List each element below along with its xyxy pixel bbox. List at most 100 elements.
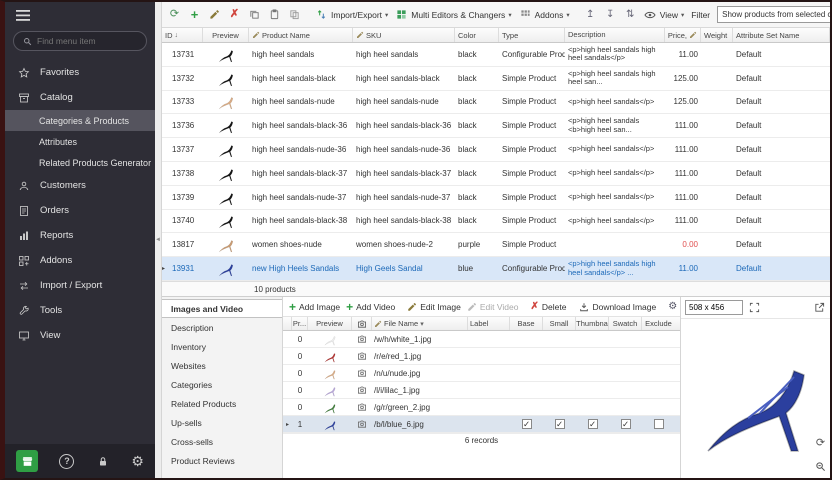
table-row[interactable]: 13732 high heel sandals-black high heel …: [162, 67, 830, 91]
tab-images-and-video[interactable]: Images and Video: [162, 299, 282, 318]
sidebar-item-customers[interactable]: Customers: [5, 173, 155, 198]
settings-gear-icon[interactable]: ⚙: [131, 454, 144, 468]
media-row[interactable]: 0 /n/u/nude.jpg: [283, 365, 680, 382]
sidebar-item-orders[interactable]: Orders: [5, 198, 155, 223]
duplicate-icon[interactable]: [288, 8, 301, 21]
col-swatch[interactable]: Swatch: [609, 317, 642, 330]
image-size-input[interactable]: [685, 300, 743, 315]
media-row[interactable]: 0 /w/h/white_1.jpg: [283, 331, 680, 348]
table-row[interactable]: 13740 high heel sandals-black-38 high he…: [162, 210, 830, 234]
tab-up-sells[interactable]: Up-sells: [162, 413, 282, 432]
table-row[interactable]: 13736 high heel sandals-black-36 high he…: [162, 114, 830, 138]
sidebar-search[interactable]: [13, 31, 147, 51]
tab-websites[interactable]: Websites: [162, 356, 282, 375]
media-row[interactable]: 0 /g/r/green_2.jpg: [283, 399, 680, 416]
col-preview[interactable]: Preview: [203, 28, 249, 42]
table-row[interactable]: 13733 high heel sandals-nude high heel s…: [162, 91, 830, 115]
open-external-icon[interactable]: [813, 301, 826, 314]
import-export-menu[interactable]: Import/Export▾: [315, 8, 388, 21]
col-description[interactable]: Description: [565, 28, 665, 42]
multi-editors-menu[interactable]: Multi Editors & Changers▾: [395, 8, 511, 21]
col-position[interactable]: Pr...: [292, 317, 308, 330]
table-row[interactable]: 13738 high heel sandals-black-37 high he…: [162, 162, 830, 186]
edit-image-button[interactable]: Edit Image: [407, 302, 461, 312]
col-weight[interactable]: Weight: [701, 28, 733, 42]
tab-cross-sells[interactable]: Cross-sells: [162, 432, 282, 451]
add-video-button[interactable]: +Add Video: [346, 301, 395, 313]
view-menu[interactable]: View▾: [644, 8, 685, 21]
media-row[interactable]: 0 /r/e/red_1.jpg: [283, 348, 680, 365]
table-row[interactable]: 13737 high heel sandals-nude-36 high hee…: [162, 138, 830, 162]
sidebar-item-related-products-generator[interactable]: Related Products Generator: [5, 152, 155, 173]
category-filter-select[interactable]: Show products from selected categories ▾: [717, 6, 830, 23]
media-row[interactable]: 0 /l/i/lilac_1.jpg: [283, 382, 680, 399]
checkbox-exclude[interactable]: [654, 419, 664, 429]
col-id[interactable]: ID↓: [162, 28, 203, 42]
set-resize-rule-button[interactable]: ⚙Set Resize Rule: [668, 302, 680, 312]
tab-product-reviews[interactable]: Product Reviews: [162, 451, 282, 470]
sidebar-item-reports[interactable]: Reports: [5, 223, 155, 248]
fullscreen-icon[interactable]: [748, 301, 761, 314]
tab-inventory[interactable]: Inventory: [162, 337, 282, 356]
paste-icon[interactable]: [268, 8, 281, 21]
checkbox-base[interactable]: ✓: [522, 419, 532, 429]
refresh-icon[interactable]: ⟳: [168, 8, 181, 21]
delete-image-button[interactable]: ✗Delete: [530, 302, 566, 312]
zoom-icon[interactable]: [814, 460, 827, 473]
col-attribute-set-name[interactable]: Attribute Set Name: [733, 28, 830, 42]
table-row[interactable]: 13739 high heel sandals-nude-37 high hee…: [162, 186, 830, 210]
edit-product-icon[interactable]: [208, 8, 221, 21]
store-icon[interactable]: [16, 450, 38, 472]
copy-icon[interactable]: [248, 8, 261, 21]
col-base[interactable]: Base: [510, 317, 543, 330]
sidebar-item-catalog[interactable]: Catalog: [5, 85, 155, 110]
addons-menu[interactable]: Addons▾: [519, 8, 570, 21]
delete-product-icon[interactable]: ✗: [228, 8, 241, 21]
tab-categories[interactable]: Categories: [162, 375, 282, 394]
cell-attribute-set: Default: [733, 257, 830, 280]
sidebar-item-categories-products[interactable]: Categories & Products: [5, 110, 155, 131]
image-preview[interactable]: ⟳: [681, 319, 830, 478]
checkbox-small[interactable]: ✓: [555, 419, 565, 429]
sidebar-item-attributes[interactable]: Attributes: [5, 131, 155, 152]
col-sku[interactable]: SKU: [353, 28, 455, 42]
col-file-name[interactable]: File Name▾: [372, 317, 468, 330]
swap-rows-icon[interactable]: ⇅: [624, 8, 637, 21]
sidebar-item-addons[interactable]: Addons: [5, 248, 155, 273]
col-thumbnail[interactable]: Thumbna: [576, 317, 609, 330]
tab-related-products[interactable]: Related Products: [162, 394, 282, 413]
rotate-icon[interactable]: ⟳: [814, 437, 827, 450]
move-top-icon[interactable]: ↥: [584, 8, 597, 21]
tab-description[interactable]: Description: [162, 318, 282, 337]
col-label[interactable]: Label: [468, 317, 510, 330]
lock-icon[interactable]: [96, 454, 110, 468]
table-row[interactable]: ▸ 13931 new High Heels Sandals High Geel…: [162, 257, 830, 281]
table-row[interactable]: 13731 high heel sandals high heel sandal…: [162, 43, 830, 67]
col-small[interactable]: Small: [543, 317, 576, 330]
move-bottom-icon[interactable]: ↧: [604, 8, 617, 21]
col-color[interactable]: Color: [455, 28, 499, 42]
search-input[interactable]: [37, 36, 138, 46]
sidebar-splitter[interactable]: ◄: [155, 2, 162, 478]
sidebar-item-tools[interactable]: Tools: [5, 298, 155, 323]
download-image-button[interactable]: Download Image: [578, 301, 656, 312]
add-image-button[interactable]: +Add Image: [289, 301, 340, 313]
sidebar-item-view[interactable]: View: [5, 323, 155, 348]
col-exclude[interactable]: Exclude: [642, 317, 675, 330]
add-product-icon[interactable]: +: [188, 8, 201, 21]
media-row[interactable]: ▸ 1 /b/l/blue_6.jpg ✓ ✓ ✓ ✓: [283, 416, 680, 433]
edit-video-button[interactable]: Edit Video: [467, 302, 519, 312]
help-icon[interactable]: ?: [59, 454, 74, 469]
checkbox-swatch[interactable]: ✓: [621, 419, 631, 429]
col-media-preview[interactable]: Preview: [308, 317, 352, 330]
col-media-type[interactable]: [352, 317, 372, 330]
col-product-name[interactable]: Product Name: [249, 28, 353, 42]
sidebar-item-import-export[interactable]: Import / Export: [5, 273, 155, 298]
table-row[interactable]: 13817 women shoes-nude women shoes-nude-…: [162, 233, 830, 257]
col-price[interactable]: Price,: [665, 28, 701, 42]
sidebar-item-favorites[interactable]: Favorites: [5, 60, 155, 85]
checkbox-thumb[interactable]: ✓: [588, 419, 598, 429]
col-type[interactable]: Type: [499, 28, 565, 42]
shoe-thumbnail: [216, 189, 236, 206]
hamburger-menu-icon[interactable]: [16, 8, 30, 22]
